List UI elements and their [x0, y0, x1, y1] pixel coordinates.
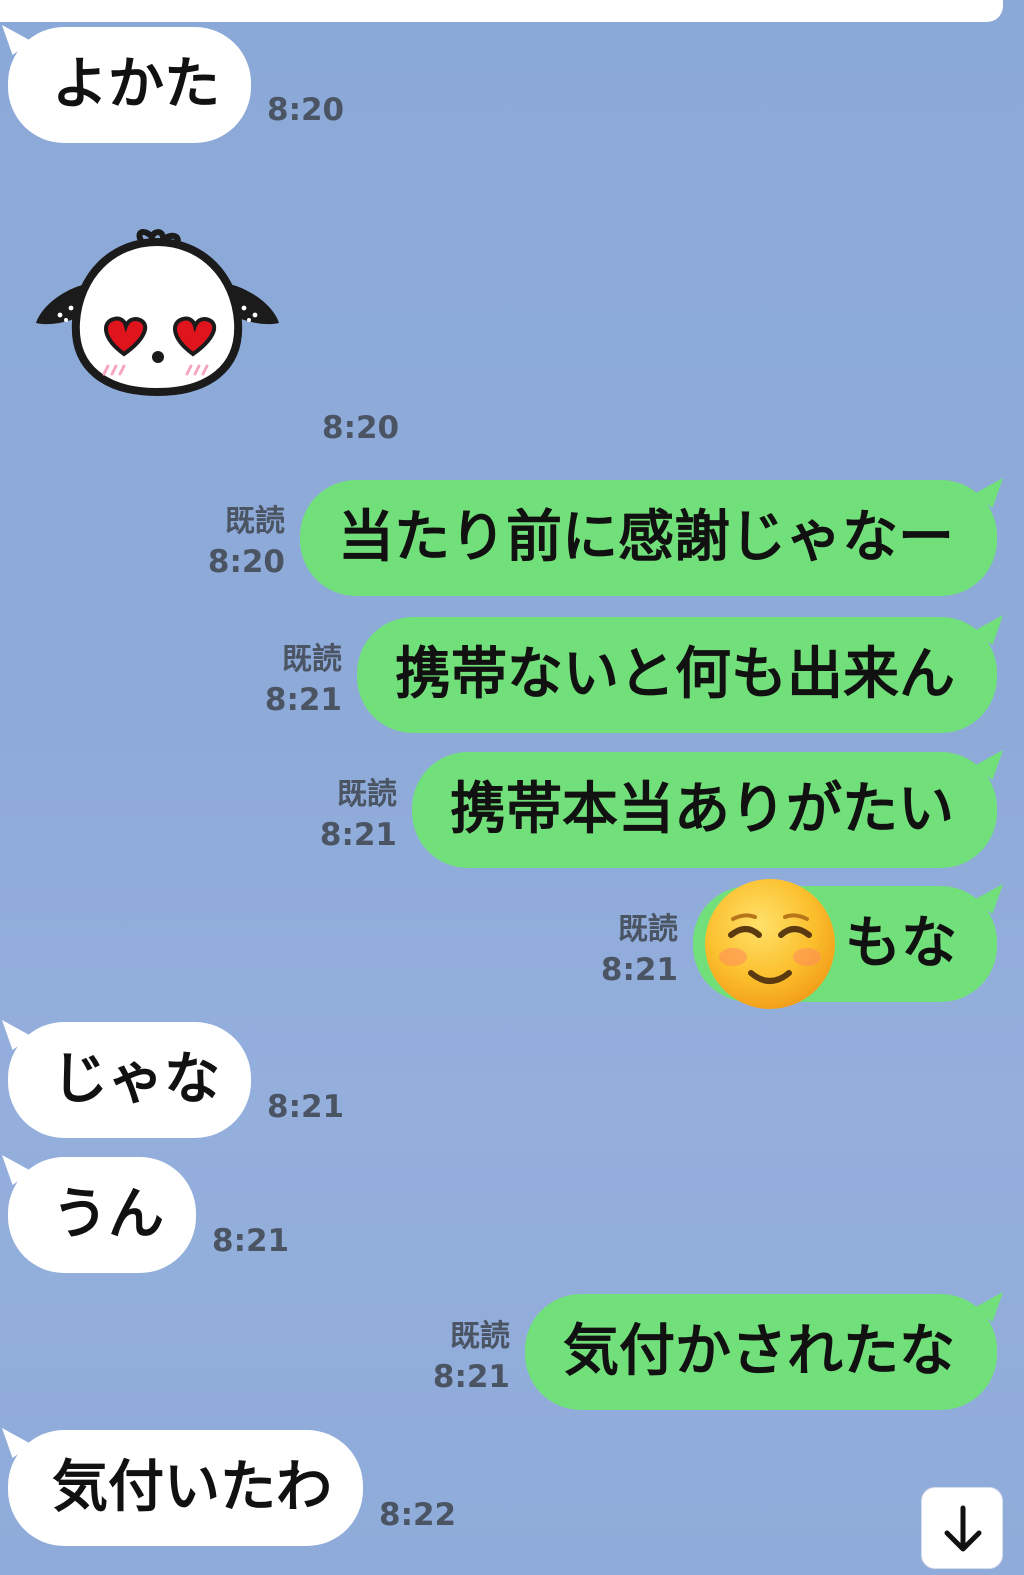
message-time: 8:21 — [600, 952, 678, 988]
message-text: じゃな — [52, 1047, 220, 1112]
message-meta: 既読 8:21 — [305, 775, 397, 855]
message-meta: 既読 8:21 — [586, 910, 678, 990]
smiling-face-emoji — [705, 879, 835, 1009]
read-receipt: 既読 — [282, 642, 342, 677]
message-text: よかた — [52, 52, 220, 117]
message-text: 当たり前に感謝じゃなー — [338, 505, 954, 570]
message-text: もな — [845, 911, 957, 976]
message-meta: 既読 8:21 — [418, 1317, 510, 1397]
message-text: 気付かされたな — [563, 1319, 955, 1384]
message-text: 携帯本当ありがたい — [450, 777, 954, 842]
message-meta: 既読 8:21 — [250, 640, 342, 720]
sticker-nose — [152, 351, 164, 363]
bubble-tail — [2, 1020, 32, 1050]
arrow-down-icon — [944, 1505, 982, 1552]
outgoing-message-bubble[interactable]: 気付かされたな — [525, 1292, 1003, 1410]
outgoing-message-bubble[interactable]: 当たり前に感謝じゃなー — [300, 478, 1003, 596]
message-text: 携帯ないと何も出来ん — [395, 642, 955, 707]
heart-eyes-dog-sticker[interactable] — [30, 220, 285, 405]
outgoing-message-bubble[interactable]: 携帯本当ありがたい — [412, 750, 1003, 868]
message-time: 8:21 — [212, 1223, 290, 1259]
message-time: 8:21 — [267, 1089, 345, 1125]
incoming-message-bubble[interactable]: うん — [2, 1155, 196, 1273]
message-time: 8:21 — [319, 817, 397, 853]
message-text: うん — [52, 1182, 164, 1247]
message-text: 気付いたわ — [52, 1455, 332, 1520]
scroll-to-bottom-button[interactable] — [921, 1487, 1003, 1569]
incoming-message-bubble[interactable]: よかた — [2, 25, 251, 143]
bubble-tail — [973, 1292, 1003, 1322]
bubble-tail — [973, 478, 1003, 508]
emoji-blush-right — [793, 948, 821, 966]
read-receipt: 既読 — [450, 1319, 510, 1354]
bubble-tail — [973, 615, 1003, 645]
message-time: 8:21 — [432, 1359, 510, 1395]
bubble-tail — [973, 884, 1003, 914]
bubble-tail — [2, 1155, 32, 1185]
emoji-blush-left — [719, 948, 747, 966]
incoming-message-bubble[interactable]: じゃな — [2, 1020, 251, 1138]
outgoing-message-bubble[interactable]: 携帯ないと何も出来ん — [357, 615, 1003, 733]
message-meta: 既読 8:20 — [195, 502, 285, 582]
bubble-tail — [2, 25, 32, 55]
message-time: 8:22 — [379, 1497, 457, 1533]
message-time: 8:21 — [264, 682, 342, 718]
message-time: 8:20 — [322, 410, 400, 446]
read-receipt: 既読 — [225, 504, 285, 539]
sticker-head — [71, 237, 243, 397]
message-time: 8:20 — [267, 92, 345, 128]
bubble-tail — [2, 1428, 32, 1458]
bubble-tail — [973, 750, 1003, 780]
read-receipt: 既読 — [618, 912, 678, 947]
read-receipt: 既読 — [337, 777, 397, 812]
previous-message-bubble-edge — [0, 0, 1003, 22]
message-time: 8:20 — [207, 544, 285, 580]
incoming-message-bubble[interactable]: 気付いたわ — [2, 1428, 363, 1546]
